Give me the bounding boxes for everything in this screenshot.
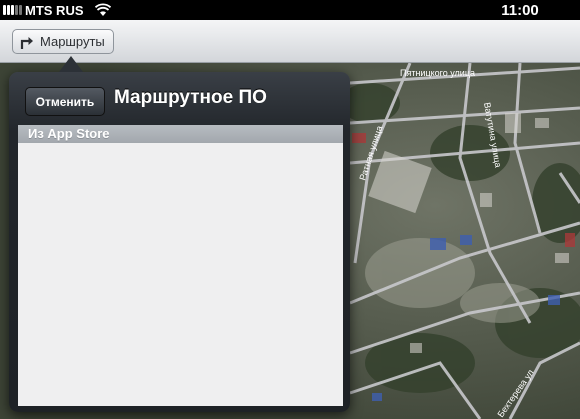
clock-time: 11:00 — [501, 2, 539, 19]
section-header-app-store: Из App Store — [18, 125, 343, 143]
routing-apps-list[interactable]: Из App Store — [18, 125, 343, 406]
status-bar: MTS RUS 11:00 — [0, 0, 580, 20]
routes-button[interactable]: Маршруты — [12, 29, 114, 54]
map-toolbar: Маршруты — [0, 20, 580, 63]
popover-header: Отменить Маршрутное ПО — [9, 72, 350, 122]
turn-right-arrow-icon — [20, 36, 33, 49]
street-label: Пятницкого улица — [400, 68, 475, 78]
cancel-button[interactable]: Отменить — [25, 87, 105, 116]
routes-button-label: Маршруты — [40, 34, 105, 49]
popover-arrow — [59, 56, 83, 72]
routing-apps-popover: Отменить Маршрутное ПО Из App Store — [9, 72, 350, 412]
popover-title: Маршрутное ПО — [114, 87, 267, 108]
